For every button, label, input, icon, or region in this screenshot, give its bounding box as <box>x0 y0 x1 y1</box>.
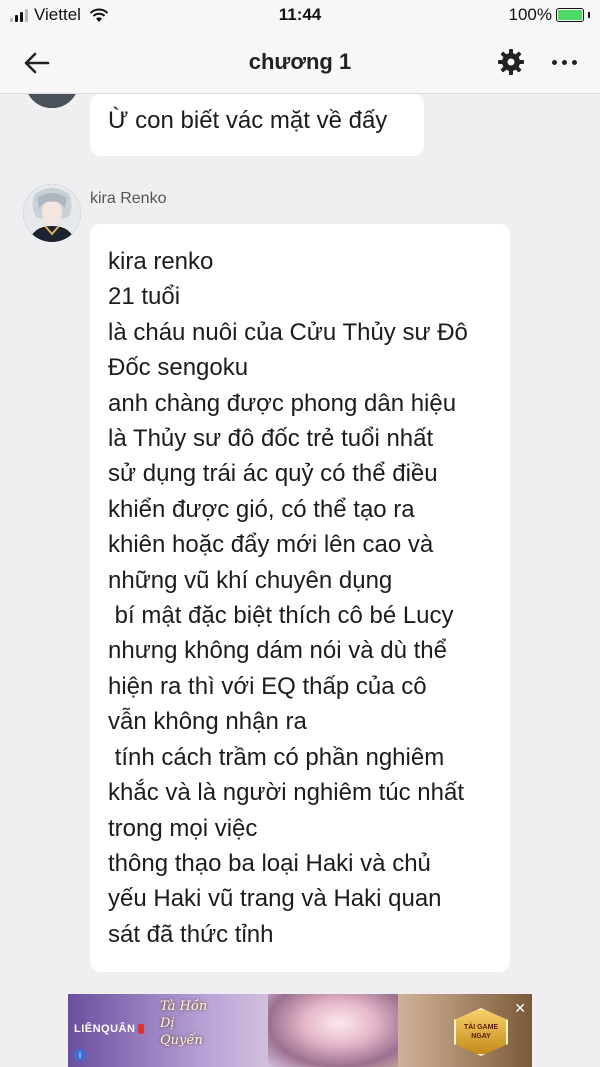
message-line: vẫn không nhận ra <box>108 708 307 736</box>
badge-icon <box>138 1024 144 1034</box>
message-line: những vũ khí chuyên dụng <box>108 566 393 594</box>
status-bar: Viettel 11:44 100% <box>0 0 600 32</box>
message-line: kira renko <box>108 248 214 275</box>
message-line: khiên hoặc đẩy mới lên cao và <box>108 531 434 559</box>
chat-screen: Viettel 11:44 100% chương 1 Ừ con biết v… <box>0 0 600 1067</box>
message-line: yếu Haki vũ trang và Haki quan <box>108 885 442 913</box>
ad-logo: LIÊNQUÂN <box>74 1018 144 1040</box>
message-line: Đốc sengoku <box>108 354 249 382</box>
message-text: kira renko 21 tuổi là cháu nuôi của Cửu Th… <box>108 244 508 952</box>
status-right: 100% <box>509 5 590 25</box>
message-line: khắc và là người nghiêm túc nhất <box>108 779 465 807</box>
message-line: hiện ra thì với EQ thấp của cô <box>108 672 427 700</box>
message-line: tính cách trầm có phần nghiêm <box>108 743 445 771</box>
gear-icon[interactable] <box>496 47 526 77</box>
message-line: anh chàng được phong dân hiệu <box>108 389 457 417</box>
ad-download-button[interactable]: TẢI GAME NGAY <box>454 1008 508 1056</box>
close-icon[interactable]: ✕ <box>514 1000 526 1017</box>
ad-cta-label: TẢI GAME NGAY <box>463 1024 499 1040</box>
avatar[interactable] <box>25 94 79 108</box>
message-line: là cháu nuôi của Cửu Thủy sư Đô <box>108 318 468 346</box>
ad-brand: LIÊNQUÂN <box>74 1023 136 1035</box>
more-icon[interactable] <box>552 54 584 70</box>
message-line: nhưng không dám nói và dù thể <box>108 637 447 665</box>
battery-charging-icon <box>556 8 584 22</box>
nav-bar: chương 1 <box>0 32 600 94</box>
avatar[interactable] <box>23 184 81 242</box>
ad-character-image <box>268 994 398 1067</box>
message-bubble[interactable]: Ừ con biết vác mặt về đấy <box>90 94 424 156</box>
message-line: sát đã thức tỉnh <box>108 920 274 948</box>
battery-tip <box>588 12 590 18</box>
battery-percent: 100% <box>508 5 552 24</box>
chat-area[interactable]: Ừ con biết vác mặt về đấy kira Renko kir… <box>0 94 600 1067</box>
ad-script-text: Tà Hồn Dị Quyến <box>160 999 208 1048</box>
message-bubble[interactable]: kira renko 21 tuổi là cháu nuôi của Cửu Th… <box>90 224 510 972</box>
message-line: 21 tuổi <box>108 283 181 311</box>
ad-banner[interactable]: LIÊNQUÂN Tà Hồn Dị Quyến TẢI GAME NGAY ✕… <box>68 994 532 1067</box>
message-line: là Thủy sư đô đốc trẻ tuổi nhất <box>108 425 434 453</box>
message-line: khiển được gió, có thể tạo ra <box>108 495 415 523</box>
message-line: bí mật đặc biệt thích cô bé Lucy <box>108 602 454 630</box>
sender-name: kira Renko <box>90 190 167 207</box>
message-text: Ừ con biết vác mặt về đấy <box>108 107 388 134</box>
message-line: thông thạo ba loại Haki và chủ <box>108 849 431 877</box>
message-line: trong mọi việc <box>108 814 258 842</box>
info-icon[interactable]: i <box>74 1049 86 1061</box>
message-line: sử dụng trái ác quỷ có thể điều <box>108 460 438 488</box>
